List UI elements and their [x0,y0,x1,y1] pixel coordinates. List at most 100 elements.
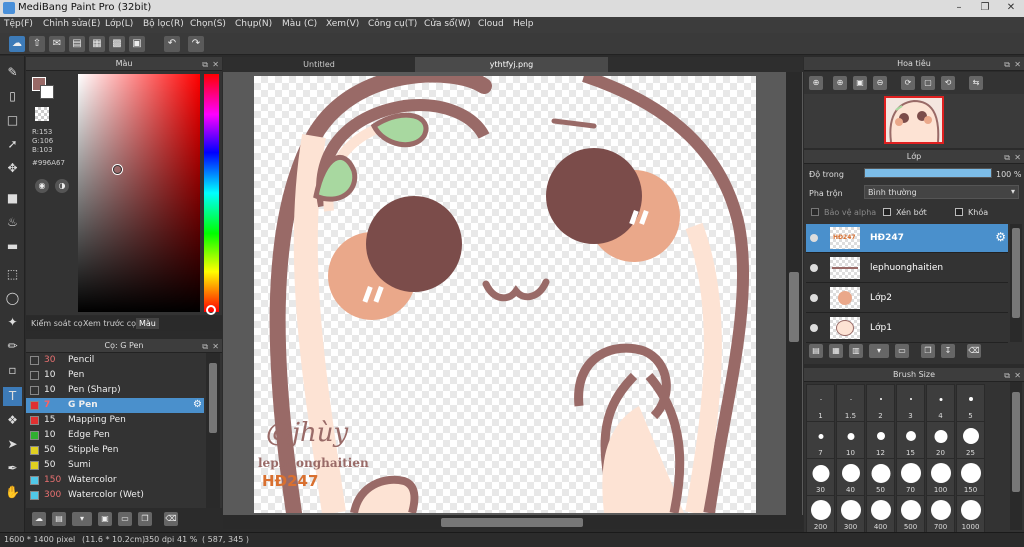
brush-size-cell[interactable]: 12 [866,421,895,459]
bucket-tool-icon[interactable]: ♨ [3,213,22,232]
brush-item[interactable]: 150 Watercolor [26,473,204,488]
brush-size-cell[interactable]: 1 [806,384,835,422]
upload-icon[interactable]: ⇧ [29,36,45,52]
menu-help[interactable]: Help [513,19,534,29]
fill-rect-tool-icon[interactable]: ■ [3,189,22,208]
canvas-horizontal-scrollbar[interactable] [223,515,803,529]
copy-brush-icon[interactable]: ▣ [98,512,112,526]
eye-icon[interactable] [810,234,818,242]
brush-size-cell[interactable]: 25 [956,421,985,459]
hand-tool-icon[interactable]: ✋ [3,483,22,502]
grid-icon[interactable]: ▩ [109,36,125,52]
blend-mode-select[interactable]: Bình thường ▾ [864,185,1019,199]
layer-item[interactable]: Lớp1 [806,314,1008,343]
folder-icon[interactable]: ▭ [895,344,909,358]
add-brush-icon[interactable]: ▾ [72,512,92,526]
brush-tool-icon[interactable]: ✎ [3,63,22,82]
sv-picker-knob[interactable] [113,165,122,174]
background-color-swatch[interactable] [40,85,54,99]
page-icon[interactable]: ▤ [69,36,85,52]
float-icon[interactable]: ⧉ [1004,369,1010,383]
panel-close-icon[interactable]: ✕ [1014,151,1021,165]
palette-icon[interactable]: ◉ [35,179,49,193]
brush-size-cell[interactable]: 40 [836,458,865,496]
panel-close-icon[interactable]: ✕ [212,340,219,354]
add-layer-menu-icon[interactable]: ▾ [869,344,889,358]
eraser-tool-icon[interactable]: ▯ [3,87,22,106]
menu-file[interactable]: Tệp(F) [4,19,33,29]
hue-slider-knob[interactable] [206,305,216,315]
panel-close-icon[interactable]: ✕ [212,58,219,72]
layer-scrollbar[interactable] [1010,224,1022,342]
magic-wand-icon[interactable]: ✦ [3,313,22,332]
new-halftone-layer-icon[interactable]: ▦ [829,344,843,358]
line-tool-icon[interactable]: ➚ [3,135,22,154]
float-icon[interactable]: ⧉ [1004,58,1010,72]
divide-tool-icon[interactable]: ❖ [3,411,22,430]
eyedropper-icon[interactable]: ➤ [3,435,22,454]
brush-item-selected[interactable]: 7 G Pen ⚙ [26,398,204,413]
saturation-value-picker[interactable] [78,74,200,312]
gear-icon[interactable]: ⚙ [995,230,1006,244]
eye-icon[interactable] [810,324,818,332]
fit-icon[interactable]: ▣ [853,76,867,90]
menu-cloud[interactable]: Cloud [478,19,504,29]
navigator-preview[interactable] [804,94,1024,148]
zoom-out-icon[interactable]: ⊖ [873,76,887,90]
layer-item-selected[interactable]: HĐ247 HĐ247 ⚙ [806,224,1008,253]
float-icon[interactable]: ⧉ [1004,151,1010,165]
brush-size-cell[interactable]: 1.5 [836,384,865,422]
scroll-thumb[interactable] [789,272,799,342]
rectangle-tool-icon[interactable]: □ [3,111,22,130]
pen-nib-icon[interactable]: ✒ [3,459,22,478]
new-8bit-layer-icon[interactable]: ▥ [849,344,863,358]
brush-size-cell[interactable]: 400 [866,495,895,533]
scroll-thumb[interactable] [1012,392,1020,492]
brush-size-scrollbar[interactable] [1010,382,1022,530]
float-icon[interactable]: ⧉ [202,58,208,72]
trash-icon[interactable]: ⌫ [967,344,981,358]
eye-icon[interactable] [810,294,818,302]
clipping-checkbox[interactable] [883,208,891,216]
color-mix-icon[interactable]: ◑ [55,179,69,193]
canvas-vertical-scrollbar[interactable] [786,72,802,515]
brush-item[interactable]: 300 Watercolor (Wet) [26,488,204,503]
brush-item[interactable]: 50 Stipple Pen [26,443,204,458]
tab-brush-preview[interactable]: Xem trước cọ [80,318,139,329]
rotate-icon[interactable]: ⟳ [901,76,915,90]
select-pen-icon[interactable]: ✏ [3,337,22,356]
canvas-area[interactable]: @jhùy lephuonghaitien HĐ247 [223,72,803,515]
tab-ythtfyj[interactable]: ythtfyj.png [415,57,608,72]
menu-tools[interactable]: Công cụ(T) [368,19,417,29]
menu-color[interactable]: Màu (C) [282,19,317,29]
panel-close-icon[interactable]: ✕ [1014,369,1021,383]
text-tool-icon[interactable]: T [3,387,22,406]
lock-checkbox[interactable] [955,208,963,216]
fullscreen-icon[interactable]: ▢ [921,76,935,90]
menu-filter[interactable]: Bộ lọc(R) [143,19,184,29]
undo-icon[interactable]: ↶ [164,36,180,52]
brush-list-scrollbar[interactable] [206,353,220,508]
scroll-thumb[interactable] [441,518,583,527]
brush-item[interactable]: 10 Pen [26,368,204,383]
menu-edit[interactable]: Chỉnh sửa(E) [43,19,100,29]
menu-view[interactable]: Xem(V) [326,19,359,29]
brush-size-cell[interactable]: 7 [806,421,835,459]
frame-icon[interactable]: ▣ [129,36,145,52]
duplicate-icon[interactable]: ❐ [921,344,935,358]
menu-layer[interactable]: Lớp(L) [105,19,133,29]
document-icon[interactable]: ▦ [89,36,105,52]
zoom-in-alt-icon[interactable]: ⊕ [833,76,847,90]
flip-icon[interactable]: ⇆ [969,76,983,90]
brush-size-cell[interactable]: 30 [806,458,835,496]
brush-size-cell[interactable]: 20 [926,421,955,459]
cloud-icon[interactable]: ☁ [9,36,25,52]
brush-size-cell[interactable]: 70 [896,458,925,496]
float-icon[interactable]: ⧉ [202,340,208,354]
merge-down-icon[interactable]: ↧ [941,344,955,358]
scroll-thumb[interactable] [209,363,217,433]
scroll-thumb[interactable] [1012,228,1020,318]
navigator-thumbnail[interactable] [884,96,944,144]
brush-size-cell[interactable]: 150 [956,458,985,496]
transparent-swatch[interactable] [35,107,49,121]
